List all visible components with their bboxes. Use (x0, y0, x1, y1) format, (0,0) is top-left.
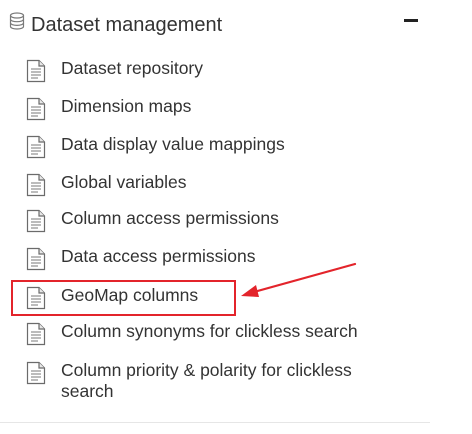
menu-item-label: Dimension maps (61, 96, 192, 116)
menu-item-label: Data display value mappings (61, 134, 285, 154)
menu-item-label: Global variables (61, 172, 187, 192)
menu-item-label: Data access permissions (61, 246, 256, 266)
menu-item-label: Column synonyms for clickless search (61, 321, 358, 341)
menu-item-label: GeoMap columns (61, 285, 199, 305)
document-icon (24, 96, 48, 122)
document-icon (24, 58, 48, 84)
document-icon (24, 246, 48, 272)
document-icon (24, 360, 48, 386)
menu-item-label: Column access permissions (61, 208, 279, 228)
document-icon (24, 134, 48, 160)
document-icon (24, 172, 48, 198)
menu-item-label: Column priority & polarity for clickless… (61, 360, 352, 401)
document-icon (24, 208, 48, 234)
menu-item-label: Dataset repository (61, 58, 204, 78)
dataset-management-panel: Dataset management Dataset repository Di… (0, 0, 430, 423)
menu-list: Dataset repository Dimension maps Data d… (0, 0, 430, 420)
document-icon (24, 285, 48, 311)
document-icon (24, 321, 48, 347)
